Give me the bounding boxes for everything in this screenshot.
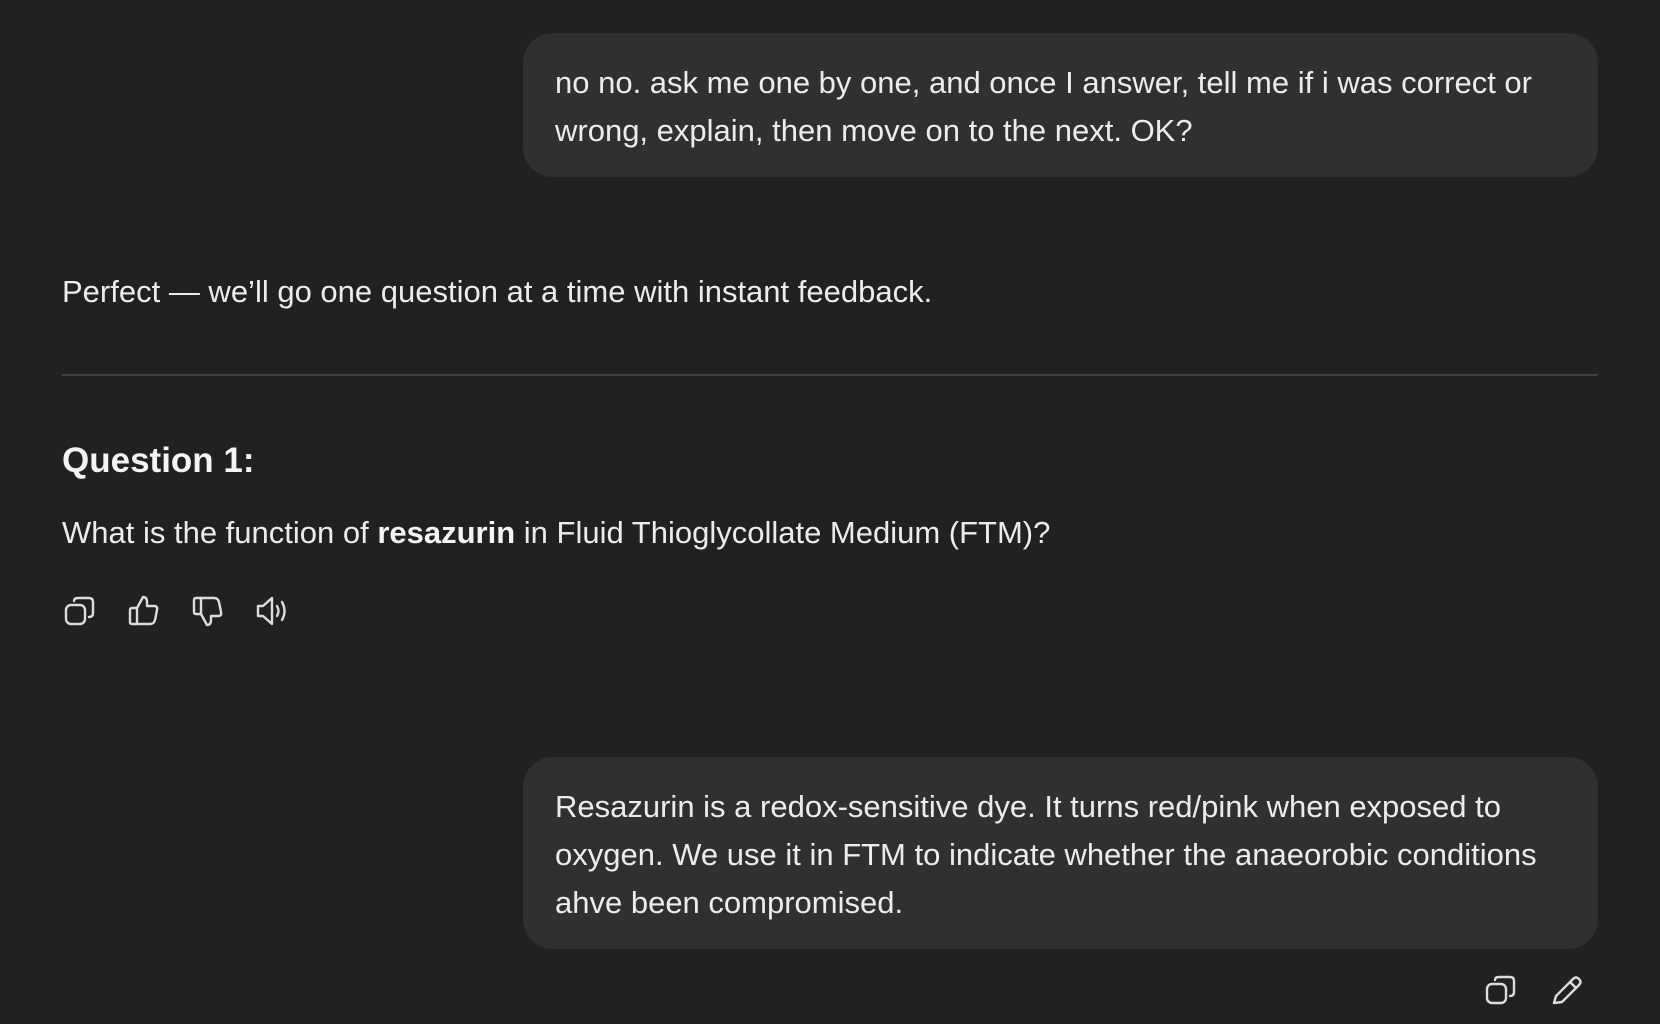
copy-button[interactable] (1483, 970, 1519, 1010)
copy-button[interactable] (62, 591, 98, 631)
question-heading: Question 1: (62, 441, 255, 480)
assistant-message-actions (62, 591, 290, 631)
good-response-button[interactable] (126, 591, 162, 631)
question-prefix: What is the function of (62, 515, 378, 550)
user-message-text: Resazurin is a redox-sensitive dye. It t… (555, 789, 1537, 920)
question-bold-term: resazurin (377, 515, 516, 550)
edit-message-button[interactable] (1549, 970, 1585, 1010)
user-message-text: no no. ask me one by one, and once I ans… (555, 65, 1532, 148)
question-suffix: in Fluid Thioglycollate Medium (FTM)? (515, 515, 1051, 550)
question-text: What is the function of resazurin in Flu… (62, 511, 1050, 555)
divider (62, 374, 1598, 376)
read-aloud-button[interactable] (254, 591, 290, 631)
assistant-reply-intro: Perfect — we’ll go one question at a tim… (62, 274, 933, 309)
pencil-icon (1552, 976, 1582, 1005)
user-message-actions (1483, 970, 1585, 1010)
copy-icon (1485, 975, 1516, 1005)
user-message-bubble: no no. ask me one by one, and once I ans… (523, 33, 1598, 177)
thumbs-down-icon (192, 596, 223, 627)
user-message-bubble: Resazurin is a redox-sensitive dye. It t… (523, 757, 1598, 949)
speaker-icon (256, 596, 286, 626)
thumbs-up-icon (128, 595, 159, 626)
copy-icon (64, 596, 95, 626)
bad-response-button[interactable] (190, 591, 226, 631)
